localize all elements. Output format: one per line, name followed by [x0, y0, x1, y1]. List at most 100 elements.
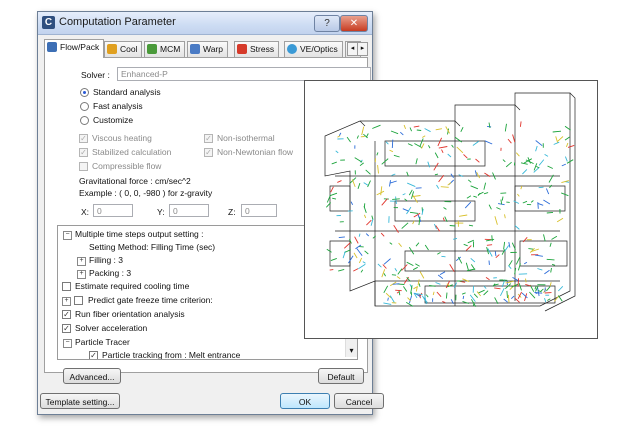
fiber-streak: [391, 274, 397, 276]
viscous-heating-label: Viscous heating: [92, 133, 152, 143]
fiber-streak: [363, 203, 366, 208]
fiber-streak: [474, 170, 477, 176]
fiber-streak: [383, 273, 386, 277]
fiber-streak: [555, 136, 559, 143]
fiber-streak: [387, 297, 389, 301]
gravity-z-input[interactable]: 0: [241, 204, 277, 217]
tab-flow-pack[interactable]: Flow/Pack: [44, 39, 105, 58]
fiber-streak: [393, 224, 399, 233]
fiber-streak: [464, 201, 472, 209]
collapse-particle-tracer[interactable]: −: [63, 339, 72, 348]
fiber-streak: [330, 257, 337, 262]
customize-radio[interactable]: [80, 116, 89, 125]
scroll-down-arrow[interactable]: ▾: [347, 346, 356, 355]
particle-tracking-checkbox[interactable]: ✓: [89, 351, 98, 359]
fiber-streak: [520, 185, 523, 190]
viscous-heating-checkbox[interactable]: ✓: [79, 134, 88, 143]
fiber-streak: [519, 121, 522, 127]
fiber-streak: [433, 162, 439, 171]
fiber-streak: [418, 283, 421, 287]
fiber-streak: [394, 268, 398, 272]
fiber-streak: [445, 292, 448, 299]
fiber-streak: [360, 269, 364, 273]
fiber-streak: [358, 233, 361, 237]
fiber-streak: [361, 126, 365, 136]
fiber-streak: [356, 135, 359, 139]
fiber-streak: [359, 162, 364, 167]
fiber-streak: [437, 137, 443, 147]
expand-gate-freeze[interactable]: +: [62, 297, 71, 306]
gravity-x-input[interactable]: 0: [93, 204, 133, 217]
collapse-multi-steps[interactable]: −: [63, 231, 72, 240]
default-button[interactable]: Default: [318, 368, 364, 384]
fiber-streak: [550, 267, 552, 273]
fiber-streak: [399, 131, 404, 136]
fiber-streak: [419, 271, 425, 279]
fiber-streak: [441, 149, 444, 154]
solver-acceleration-checkbox[interactable]: ✓: [62, 324, 71, 333]
fiber-streak: [491, 235, 493, 242]
fiber-streak: [367, 180, 371, 188]
solver-label: Solver :: [81, 70, 110, 80]
fast-analysis-radio[interactable]: [80, 102, 89, 111]
fiber-orientation-checkbox[interactable]: ✓: [62, 310, 71, 319]
advanced-button[interactable]: Advanced...: [63, 368, 121, 384]
fiber-streak: [351, 179, 356, 188]
fiber-streak: [546, 258, 555, 261]
cancel-button[interactable]: Cancel: [334, 393, 384, 409]
fiber-streak: [424, 128, 431, 133]
fiber-streak: [501, 249, 506, 255]
tab-ve-optics[interactable]: VE/Optics: [284, 41, 343, 57]
fiber-streak: [460, 126, 464, 133]
fiber-streak: [338, 236, 345, 239]
standard-analysis-radio[interactable]: [80, 88, 89, 97]
fiber-streak: [496, 207, 501, 210]
fiber-streak: [543, 234, 546, 242]
non-newtonian-checkbox[interactable]: ✓: [204, 148, 213, 157]
fiber-streak: [385, 292, 392, 299]
fiber-streak: [517, 291, 523, 300]
tab-cool[interactable]: Cool: [104, 41, 143, 57]
fiber-streak: [424, 244, 429, 251]
expand-filling[interactable]: +: [77, 257, 86, 266]
window-title: Computation Parameter: [59, 16, 176, 28]
tab-stress[interactable]: Stress: [234, 41, 280, 57]
non-newtonian-label: Non-Newtonian flow: [217, 147, 294, 157]
tab-warp[interactable]: Warp: [187, 41, 228, 57]
fiber-streak: [365, 233, 370, 237]
solver-select[interactable]: Enhanced-P: [117, 67, 371, 81]
stabilized-calculation-checkbox[interactable]: ✓: [79, 148, 88, 157]
fiber-streak: [447, 153, 452, 158]
fiber-streak: [415, 158, 418, 165]
fiber-streak: [442, 217, 445, 222]
fiber-streak: [454, 136, 463, 143]
fiber-streak: [358, 263, 366, 270]
fiber-streak: [434, 173, 439, 176]
fiber-streak: [536, 165, 540, 169]
gravity-y-input[interactable]: 0: [169, 204, 209, 217]
template-setting-button[interactable]: Template setting...: [40, 393, 120, 409]
fiber-streak: [331, 161, 337, 165]
fiber-streak: [514, 297, 520, 303]
fiber-streak: [507, 265, 512, 269]
non-isothermal-checkbox[interactable]: ✓: [204, 134, 213, 143]
cooling-time-checkbox[interactable]: [62, 282, 71, 291]
fiber-streak: [412, 195, 421, 198]
fiber-streak: [407, 182, 416, 188]
fiber-streak: [547, 298, 551, 301]
fiber-streak: [537, 287, 540, 297]
tab-scroll-right[interactable]: ▸: [357, 42, 368, 56]
fiber-streak: [504, 214, 506, 219]
close-button[interactable]: ✕: [340, 15, 368, 32]
help-button[interactable]: ?: [314, 15, 340, 32]
expand-packing[interactable]: +: [77, 270, 86, 279]
fiber-streak: [363, 214, 367, 219]
gate-freeze-checkbox[interactable]: [74, 296, 83, 305]
tab-mcm[interactable]: MCM: [144, 41, 186, 57]
flow-pack-icon: [47, 42, 57, 52]
fiber-streak: [354, 236, 359, 244]
fiber-streak: [436, 291, 442, 297]
multi-steps-label: Multiple time steps output setting :: [75, 229, 204, 239]
ok-button[interactable]: OK: [280, 393, 330, 409]
compressible-flow-checkbox[interactable]: [79, 162, 88, 171]
